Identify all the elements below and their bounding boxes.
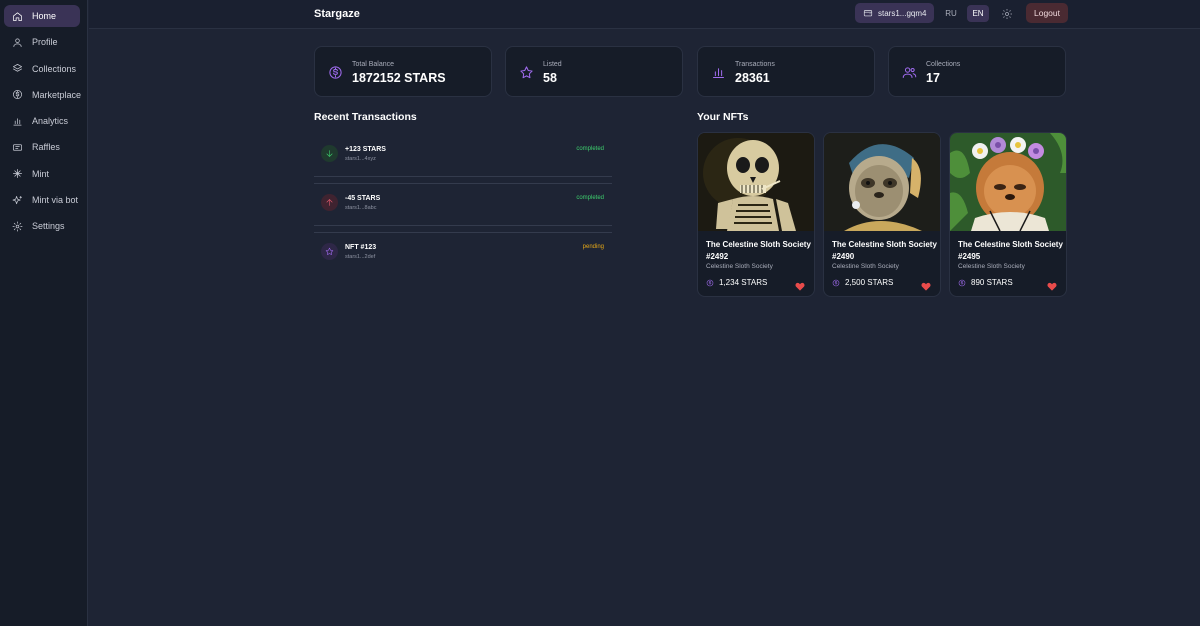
star-icon <box>519 65 534 80</box>
wallet-button[interactable]: stars1...gqm4 <box>855 3 935 23</box>
sidebar-item-mint[interactable]: Mint <box>4 163 80 185</box>
transaction-status: completed <box>576 195 604 201</box>
ticket-icon <box>12 142 23 153</box>
heart-icon[interactable] <box>795 278 805 291</box>
coin-icon <box>706 279 714 286</box>
users-icon <box>902 65 917 80</box>
stat-value: 17 <box>926 71 940 85</box>
recent-transactions-title: Recent Transactions <box>314 111 417 123</box>
sidebar-item-profile[interactable]: Profile <box>4 31 80 53</box>
transaction-row[interactable]: -45 STARS stars1...8abc completed <box>314 183 612 227</box>
sidebar-item-label: Settings <box>32 221 65 232</box>
nft-collection: Celestine Sloth Society <box>832 263 899 270</box>
sidebar-item-label: Analytics <box>32 116 69 127</box>
home-icon <box>12 11 23 22</box>
sparkles-icon <box>12 195 23 206</box>
nft-price: 2,500 STARS <box>832 278 893 287</box>
stat-card-transactions: Transactions 28361 <box>697 46 875 97</box>
transaction-name: NFT #123 <box>345 244 377 251</box>
coin-icon <box>832 279 840 286</box>
gear-icon <box>12 221 23 232</box>
transaction-status: completed <box>576 146 604 152</box>
transaction-address: stars1...8abc <box>345 205 377 211</box>
wallet-address: stars1...gqm4 <box>878 8 927 18</box>
nft-price: 1,234 STARS <box>706 278 767 287</box>
nft-collection: Celestine Sloth Society <box>706 263 773 270</box>
lang-en-button[interactable]: EN <box>967 5 989 22</box>
transaction-name: -45 STARS <box>345 195 381 202</box>
bar-chart-icon <box>711 65 726 80</box>
sidebar-item-label: Mint <box>32 168 50 179</box>
stat-label: Total Balance <box>352 61 395 68</box>
stat-label: Listed <box>543 61 562 68</box>
transaction-row[interactable]: +123 STARS stars1...4xyz completed <box>314 134 612 178</box>
top-header: Stargaze stars1...gqm4 RU EN Logout <box>89 0 1200 29</box>
layers-icon <box>12 63 23 74</box>
sidebar-item-label: Home <box>32 11 57 21</box>
brand-title: Stargaze <box>314 8 360 20</box>
nft-title: The Celestine Sloth Society #2495 <box>958 240 1063 261</box>
sidebar-item-raffles[interactable]: Raffles <box>4 136 80 158</box>
nft-title: The Celestine Sloth Society #2490 <box>832 240 937 261</box>
heart-icon[interactable] <box>1047 278 1057 291</box>
heart-icon[interactable] <box>921 278 931 291</box>
sidebar-item-collections[interactable]: Collections <box>4 58 80 80</box>
sidebar-item-label: Marketplace <box>32 89 82 100</box>
nft-price: 890 STARS <box>958 278 1013 287</box>
nft-collection: Celestine Sloth Society <box>958 263 1025 270</box>
user-icon <box>12 37 23 48</box>
sidebar-item-settings[interactable]: Settings <box>4 215 80 237</box>
stat-value: 58 <box>543 71 557 85</box>
sidebar-item-analytics[interactable]: Analytics <box>4 110 80 132</box>
transaction-address: stars1...2def <box>345 254 376 260</box>
transaction-address: stars1...4xyz <box>345 156 376 162</box>
stat-card-total-balance: Total Balance 1872152 STARS <box>314 46 492 97</box>
sidebar-item-label: Raffles <box>32 142 60 153</box>
stat-label: Collections <box>926 61 961 68</box>
logout-button[interactable]: Logout <box>1026 3 1068 23</box>
bar-chart-icon <box>12 116 23 127</box>
stat-value: 28361 <box>735 71 770 85</box>
nft-image-skeleton-sloth <box>698 133 814 231</box>
sidebar: Home Profile Collections Marketplace Ana… <box>0 0 88 626</box>
stat-value: 1872152 STARS <box>352 71 446 85</box>
nft-card[interactable]: The Celestine Sloth Society #2495 Celest… <box>949 132 1067 297</box>
nft-image-flower-sloth <box>950 133 1066 231</box>
divider <box>314 176 612 177</box>
stat-card-collections: Collections 17 <box>888 46 1066 97</box>
star-icon <box>321 243 338 260</box>
sidebar-item-label: Profile <box>32 37 58 48</box>
nft-price-value: 890 STARS <box>971 278 1013 287</box>
your-nfts-title: Your NFTs <box>697 111 749 123</box>
dollar-icon <box>12 89 23 100</box>
nft-price-value: 2,500 STARS <box>845 278 894 287</box>
arrow-down-icon <box>321 145 338 162</box>
sparkle-icon <box>12 168 23 179</box>
sidebar-item-mint-via-bot[interactable]: Mint via bot <box>4 189 80 211</box>
transaction-status: pending <box>582 244 604 250</box>
nft-price-value: 1,234 STARS <box>719 278 768 287</box>
sidebar-item-label: Collections <box>32 63 77 74</box>
sidebar-item-label: Mint via bot <box>32 195 79 206</box>
wallet-icon <box>863 10 873 17</box>
nft-card[interactable]: The Celestine Sloth Society #2492 Celest… <box>697 132 815 297</box>
dollar-circle-icon <box>328 65 343 80</box>
stat-label: Transactions <box>735 61 775 68</box>
sidebar-item-home[interactable]: Home <box>4 5 80 27</box>
nft-card[interactable]: The Celestine Sloth Society #2490 Celest… <box>823 132 941 297</box>
lang-ru-button[interactable]: RU <box>940 5 962 22</box>
settings-gear-icon[interactable] <box>1001 7 1013 19</box>
sidebar-item-marketplace[interactable]: Marketplace <box>4 84 82 106</box>
divider <box>314 225 612 226</box>
nft-image-pearl-sloth <box>824 133 940 231</box>
transaction-row[interactable]: NFT #123 stars1...2def pending <box>314 232 612 276</box>
arrow-up-icon <box>321 194 338 211</box>
coin-icon <box>958 279 966 286</box>
transaction-name: +123 STARS <box>345 146 386 153</box>
nft-title: The Celestine Sloth Society #2492 <box>706 240 811 261</box>
stat-card-listed: Listed 58 <box>505 46 683 97</box>
